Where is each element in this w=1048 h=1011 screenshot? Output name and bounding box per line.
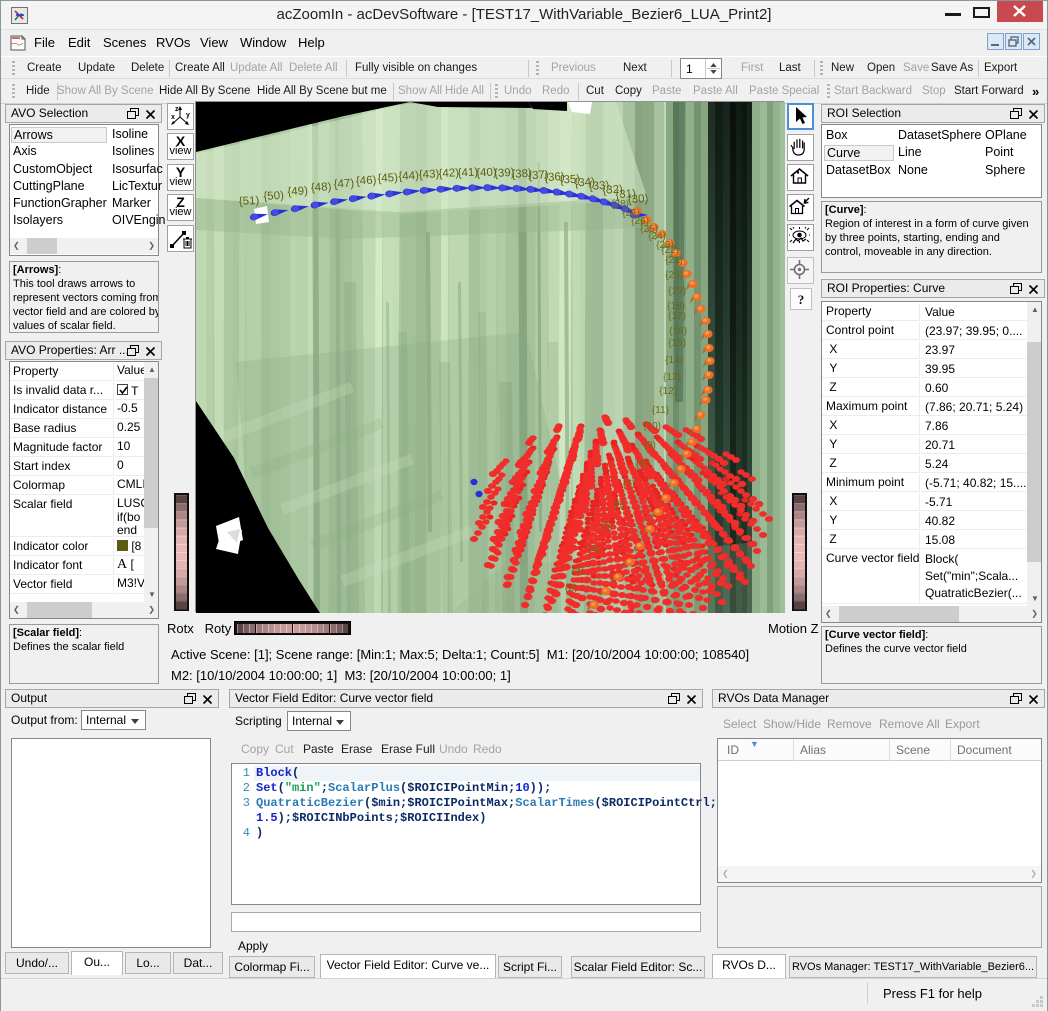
svg-text:{6): {6) [613,500,625,511]
svg-text:{11): {11) [652,405,669,416]
svg-text:{30): {30) [628,193,649,206]
svg-text:{43): {43) [419,168,440,181]
svg-text:{13): {13) [663,372,681,383]
svg-text:{44): {44) [398,170,419,183]
svg-text:{46): {46) [356,175,377,188]
svg-text:x: x [171,114,175,121]
svg-text:{51): {51) [239,195,260,208]
svg-text:{19): {19) [668,286,686,297]
svg-text:{42): {42) [438,167,459,180]
svg-text:{7): {7) [623,479,635,490]
svg-text:{48): {48) [311,181,332,194]
svg-text:y: y [186,112,190,119]
svg-text:{8): {8) [636,459,648,470]
svg-text:{20): {20) [665,270,683,281]
svg-text:{47): {47) [333,178,354,191]
svg-text:{3): {3) [572,565,584,576]
svg-text:{10): {10) [643,421,661,432]
svg-text:{50): {50) [263,190,284,203]
svg-text:{12): {12) [659,386,677,397]
svg-text:{16): {16) [669,326,687,337]
svg-text:{5): {5) [601,521,613,532]
svg-text:{4): {4) [588,544,600,555]
svg-text:{45): {45) [377,172,398,185]
svg-text:{9): {9) [644,440,656,451]
svg-text:{21): {21) [665,255,683,266]
svg-text:z: z [175,106,179,113]
svg-text:{14): {14) [665,355,683,366]
svg-text:{49): {49) [287,185,308,198]
svg-text:{15): {15) [668,338,686,349]
svg-text:{2): {2) [565,583,577,594]
svg-text:{17): {17) [668,311,686,322]
